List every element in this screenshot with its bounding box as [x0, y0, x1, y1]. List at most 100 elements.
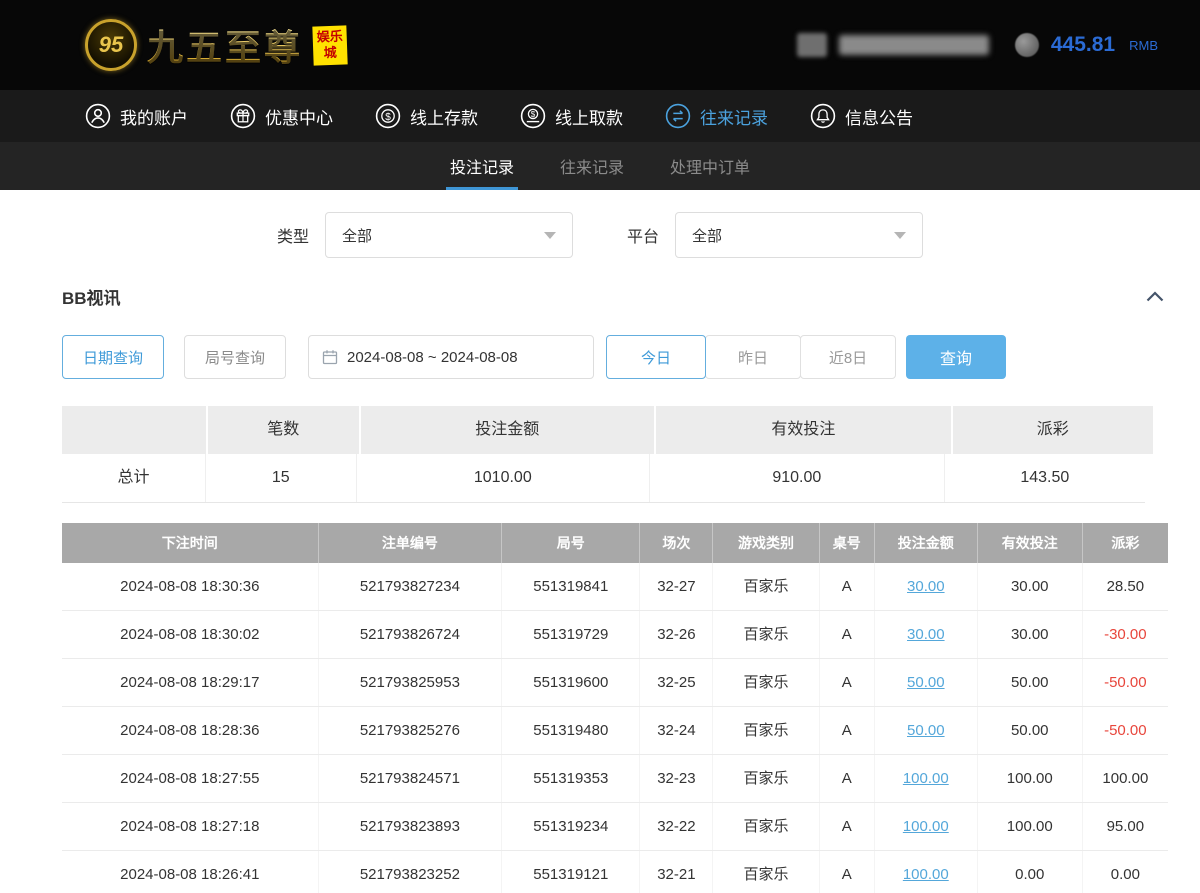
round-cell: 551319729 — [502, 611, 640, 658]
bet-amount-link[interactable]: 30.00 — [907, 578, 945, 595]
nav-item[interactable]: 我的账户 — [85, 103, 188, 129]
site-logo[interactable]: 95 九五至尊 娱乐城 — [85, 19, 347, 71]
content: BB视讯 日期查询 局号查询 2024-08-08 ~ 2024-08-08 今… — [0, 284, 1200, 893]
nav-item[interactable]: 优惠中心 — [230, 103, 333, 129]
table-no-cell: A — [820, 563, 875, 610]
deposit-icon: $ — [375, 103, 401, 129]
quick-date-segment: 今日 昨日 近8日 — [606, 335, 896, 379]
bet-amount-link[interactable]: 50.00 — [907, 674, 945, 691]
session-cell: 32-25 — [640, 659, 713, 706]
time-cell: 2024-08-08 18:27:55 — [62, 755, 319, 802]
table-no-cell: A — [820, 611, 875, 658]
table-header-cell: 有效投注 — [978, 523, 1083, 563]
bet-id-cell: 521793825276 — [319, 707, 503, 754]
type-filter-value: 全部 — [342, 225, 372, 246]
bet-id-cell: 521793825953 — [319, 659, 503, 706]
bet-amount-link[interactable]: 30.00 — [907, 626, 945, 643]
valid-cell: 0.00 — [978, 851, 1083, 893]
round-query-button[interactable]: 局号查询 — [184, 335, 286, 379]
yesterday-button[interactable]: 昨日 — [705, 335, 801, 379]
summary-header-cell: 笔数 — [208, 406, 359, 454]
summary-table: 笔数投注金额有效投注派彩 总计151010.00910.00143.50 — [62, 406, 1145, 503]
summary-header-cell: 投注金额 — [361, 406, 654, 454]
bet-amount-link[interactable]: 100.00 — [903, 770, 949, 787]
svg-text:$: $ — [385, 112, 391, 123]
main-nav: 我的账户优惠中心$线上存款$线上取款往来记录信息公告 — [0, 90, 1200, 142]
nav-item[interactable]: 信息公告 — [810, 103, 913, 129]
table-row: 2024-08-08 18:26:41521793823252551319121… — [62, 851, 1168, 893]
svg-text:$: $ — [531, 110, 536, 119]
account-area: 445.81 RMB — [797, 33, 1158, 57]
session-cell: 32-23 — [640, 755, 713, 802]
payout-cell: -50.00 — [1083, 659, 1168, 706]
table-no-cell: A — [820, 707, 875, 754]
sub-tab[interactable]: 投注记录 — [450, 142, 514, 190]
nav-item[interactable]: $线上存款 — [375, 103, 478, 129]
collapse-chevron-up-icon[interactable] — [1142, 287, 1168, 306]
calendar-icon — [322, 349, 338, 365]
platform-filter-label: 平台 — [627, 223, 659, 247]
bell-icon — [810, 103, 836, 129]
valid-cell: 100.00 — [978, 803, 1083, 850]
table-header-cell: 下注时间 — [62, 523, 319, 563]
session-cell: 32-22 — [640, 803, 713, 850]
table-header-cell: 游戏类别 — [713, 523, 819, 563]
nav-item[interactable]: 往来记录 — [665, 103, 768, 129]
game-cell: 百家乐 — [713, 707, 819, 754]
sub-nav: 投注记录往来记录处理中订单 — [0, 142, 1200, 190]
type-filter-select[interactable]: 全部 — [325, 212, 573, 258]
valid-cell: 50.00 — [978, 707, 1083, 754]
session-cell: 32-24 — [640, 707, 713, 754]
table-row: 2024-08-08 18:27:18521793823893551319234… — [62, 803, 1168, 851]
logo-badge: 娱乐城 — [312, 25, 347, 65]
round-cell: 551319841 — [502, 563, 640, 610]
type-filter-label: 类型 — [277, 223, 309, 247]
nav-item-label: 线上取款 — [555, 104, 623, 129]
sub-tab[interactable]: 处理中订单 — [670, 142, 750, 190]
summary-value-cell: 1010.00 — [357, 454, 650, 502]
search-button[interactable]: 查询 — [906, 335, 1006, 379]
round-cell: 551319353 — [502, 755, 640, 802]
round-cell: 551319600 — [502, 659, 640, 706]
summary-total-row: 总计151010.00910.00143.50 — [62, 454, 1145, 503]
payout-cell: -50.00 — [1083, 707, 1168, 754]
bet-id-cell: 521793826724 — [319, 611, 503, 658]
table-header-cell: 场次 — [640, 523, 713, 563]
filter-row: 类型 全部 平台 全部 — [0, 190, 1200, 270]
time-cell: 2024-08-08 18:26:41 — [62, 851, 319, 893]
date-query-button[interactable]: 日期查询 — [62, 335, 164, 379]
table-header-cell: 局号 — [502, 523, 640, 563]
table-header-cell: 投注金额 — [875, 523, 978, 563]
table-body: 2024-08-08 18:30:36521793827234551319841… — [62, 563, 1168, 893]
platform-filter-select[interactable]: 全部 — [675, 212, 923, 258]
transfer-records-icon — [665, 103, 691, 129]
sub-tab[interactable]: 往来记录 — [560, 142, 624, 190]
nav-item-label: 信息公告 — [845, 104, 913, 129]
table-header-cell: 桌号 — [820, 523, 875, 563]
last8days-button[interactable]: 近8日 — [800, 335, 896, 379]
bet-amount-cell: 100.00 — [875, 755, 978, 802]
table-header-row: 下注时间注单编号局号场次游戏类别桌号投注金额有效投注派彩 — [62, 523, 1168, 563]
time-cell: 2024-08-08 18:29:17 — [62, 659, 319, 706]
bet-amount-link[interactable]: 100.00 — [903, 818, 949, 835]
nav-item[interactable]: $ 线上取款 — [520, 103, 623, 129]
today-button[interactable]: 今日 — [606, 335, 706, 379]
platform-filter-value: 全部 — [692, 225, 722, 246]
valid-cell: 50.00 — [978, 659, 1083, 706]
table-row: 2024-08-08 18:27:55521793824571551319353… — [62, 755, 1168, 803]
bet-amount-link[interactable]: 50.00 — [907, 722, 945, 739]
bet-amount-link[interactable]: 100.00 — [903, 866, 949, 883]
summary-value-cell: 143.50 — [945, 454, 1145, 502]
summary-header-cell — [62, 406, 206, 454]
bet-amount-cell: 100.00 — [875, 803, 978, 850]
table-no-cell: A — [820, 803, 875, 850]
table-row: 2024-08-08 18:28:36521793825276551319480… — [62, 707, 1168, 755]
table-row: 2024-08-08 18:30:02521793826724551319729… — [62, 611, 1168, 659]
game-cell: 百家乐 — [713, 611, 819, 658]
round-cell: 551319121 — [502, 851, 640, 893]
time-cell: 2024-08-08 18:30:36 — [62, 563, 319, 610]
valid-cell: 30.00 — [978, 611, 1083, 658]
date-range-input[interactable]: 2024-08-08 ~ 2024-08-08 — [308, 335, 594, 379]
valid-cell: 30.00 — [978, 563, 1083, 610]
table-row: 2024-08-08 18:29:17521793825953551319600… — [62, 659, 1168, 707]
